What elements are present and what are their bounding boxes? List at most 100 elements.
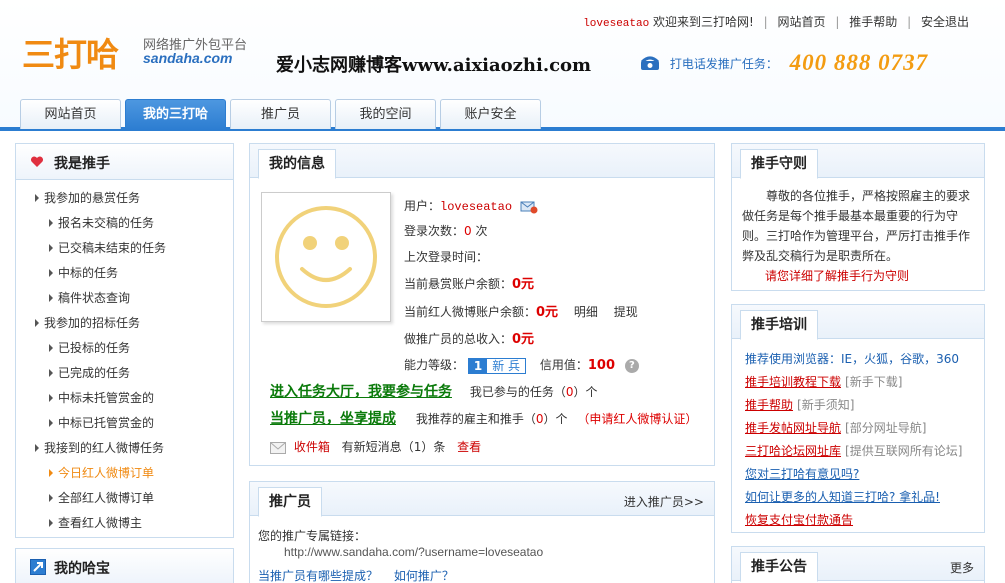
top-link-logout[interactable]: 安全退出	[921, 15, 969, 29]
sidebar-item[interactable]: 中标的任务	[16, 261, 233, 286]
arrow-box-icon	[30, 559, 46, 575]
top-links: loveseatao 欢迎来到三打哈网! | 网站首页 | 推手帮助 | 安全退…	[583, 13, 969, 30]
logo-url: sandaha.com	[143, 50, 233, 66]
tab-promoter[interactable]: 推广员	[230, 99, 331, 129]
sidebar-item[interactable]: 全部红人微博订单	[16, 486, 233, 511]
last-login-label: 上次登录时间：	[404, 250, 489, 264]
detail-link[interactable]: 明细	[574, 305, 598, 319]
triangle-right-icon	[49, 219, 53, 227]
promo-link-url[interactable]: http://www.sandaha.com/?username=lovesea…	[284, 545, 543, 559]
panel-title-notice: 推手公告	[740, 552, 818, 582]
sidebar-item-label: 查看红人微博主	[58, 516, 143, 530]
tab-account-security[interactable]: 账户安全	[440, 99, 541, 129]
level-name: 新 兵	[492, 358, 521, 373]
avatar[interactable]	[261, 192, 391, 322]
top-link-home[interactable]: 网站首页	[778, 15, 826, 29]
rules-panel: 推手守则 尊敬的各位推手，严格按照雇主的要求做任务是每个推手最基本最重要的行为守…	[731, 143, 985, 291]
sidebar-item[interactable]: 我参加的悬赏任务	[16, 186, 233, 211]
promo-commission-link[interactable]: 当推广员有哪些提成？	[258, 569, 378, 583]
training-item: 推手帮助 [新手须知]	[745, 394, 984, 417]
triangle-right-icon	[49, 419, 53, 427]
panel-title-rules: 推手守则	[740, 149, 818, 179]
inbox-link[interactable]: 收件箱	[294, 440, 330, 454]
training-item: 三打哈论坛网址库 [提供互联网所有论坛]	[745, 440, 984, 463]
user-value[interactable]: loveseatao	[440, 200, 512, 214]
top-divider: |	[763, 15, 768, 29]
login-count-unit: 次	[475, 224, 488, 238]
mail-icon[interactable]	[520, 200, 538, 214]
panel-header: 推手守则	[732, 144, 984, 179]
my-tasks-prefix: 我已参与的任务（	[469, 385, 566, 399]
panel-title-my-info: 我的信息	[258, 149, 336, 179]
promo-link-label: 您的推广专属链接：	[258, 529, 367, 543]
sidebar-item[interactable]: 我参加的招标任务	[16, 311, 233, 336]
sidebar-item[interactable]: 已投标的任务	[16, 336, 233, 361]
level-badge: 1 新 兵	[467, 357, 527, 374]
top-username[interactable]: loveseatao	[583, 18, 649, 30]
promoter-panel: 推广员 进入推广员>> 您的推广专属链接： http://www.sandaha…	[249, 481, 715, 583]
sidebar-item[interactable]: 稿件状态查询	[16, 286, 233, 311]
reward-balance-label: 当前悬赏账户余额：	[404, 277, 513, 291]
sidebar-item-label: 已完成的任务	[58, 366, 131, 380]
tab-my-sandaha[interactable]: 我的三打哈	[125, 99, 226, 130]
sidebar-item[interactable]: 我接到的红人微博任务	[16, 436, 233, 461]
rules-link[interactable]: 请您详细了解推手行为守则	[732, 266, 984, 286]
site-logo[interactable]: 三打哈	[22, 28, 119, 76]
sidebar-item[interactable]: 已交稿未结束的任务	[16, 236, 233, 261]
sidebar-menu: 我参加的悬赏任务报名未交稿的任务 已交稿未结束的任务中标的任务稿件状态查询 我参加的…	[16, 180, 233, 536]
sidebar-item-label: 稿件状态查询	[58, 291, 131, 305]
triangle-right-icon	[49, 469, 53, 477]
sidebar-item[interactable]: 报名未交稿的任务	[16, 211, 233, 236]
training-link[interactable]: 推手培训教程下载	[745, 375, 841, 389]
welcome-text: 欢迎来到三打哈网!	[653, 15, 754, 29]
tab-home[interactable]: 网站首页	[20, 99, 121, 129]
sidebar-item-label: 中标的任务	[58, 266, 119, 280]
sidebar-item-label: 全部红人微博订单	[58, 491, 155, 505]
training-link[interactable]: 推手帮助	[745, 398, 793, 412]
sidebar-item[interactable]: 查看红人微博主	[16, 511, 233, 536]
enter-promoter-link[interactable]: 进入推广员>>	[624, 493, 704, 510]
sidebar-title-habao: 我的哈宝	[54, 561, 110, 577]
sidebar-item[interactable]: 今日红人微博订单	[16, 461, 233, 486]
be-promoter-link[interactable]: 当推广员，坐享提成	[270, 411, 396, 427]
view-msg-link[interactable]: 查看	[457, 440, 481, 454]
training-link[interactable]: 如何让更多的人知道三打哈? 拿礼品!	[745, 490, 940, 504]
triangle-right-icon	[49, 269, 53, 277]
notice-more-link[interactable]: 更多	[950, 559, 974, 576]
triangle-right-icon	[49, 394, 53, 402]
reward-balance-value: 0元	[512, 277, 535, 292]
apply-weibo-link[interactable]: （申请红人微博认证）	[577, 412, 697, 426]
recommended-suffix: ）个	[543, 412, 568, 426]
task-hall-row: 进入任务大厅，我要参与任务 我已参与的任务（0）个	[270, 381, 598, 401]
rules-text: 尊敬的各位推手，严格按照雇主的要求做任务是每个推手最基本最重要的行为守则。三打哈…	[742, 189, 971, 263]
sidebar-header: 我的哈宝	[16, 549, 233, 583]
promo-questions: 当推广员有哪些提成？ 如何推广？	[258, 567, 454, 583]
training-link[interactable]: 您对三打哈有意见吗?	[745, 467, 859, 481]
login-count-row: 登录次数：0 次	[404, 222, 488, 239]
sidebar-item[interactable]: 中标已托管赏金的	[16, 411, 233, 436]
withdraw-link[interactable]: 提现	[614, 305, 638, 319]
training-link[interactable]: 三打哈论坛网址库	[745, 444, 841, 458]
top-link-help[interactable]: 推手帮助	[849, 15, 897, 29]
how-to-promote-link[interactable]: 如何推广？	[394, 569, 454, 583]
training-link[interactable]: 恢复支付宝付款通告	[745, 513, 853, 527]
sidebar-item[interactable]: 中标未托管赏金的	[16, 386, 233, 411]
sidebar-pusher: 我是推手 我参加的悬赏任务 报名未交稿的任务 已交稿未结束的任务 中标的任务 稿件状态查…	[15, 143, 234, 538]
panel-title-training: 推手培训	[740, 310, 818, 340]
triangle-right-icon	[49, 519, 53, 527]
user-row: 用户：loveseatao	[404, 197, 538, 214]
enter-task-hall-link[interactable]: 进入任务大厅，我要参与任务	[270, 384, 452, 400]
tab-my-space[interactable]: 我的空间	[335, 99, 436, 129]
sidebar-item-label: 我参加的悬赏任务	[44, 191, 141, 205]
notice-panel: 推手公告 更多	[731, 546, 985, 583]
training-item: 推手培训教程下载 [新手下载]	[745, 371, 984, 394]
training-item: 您对三打哈有意见吗?	[745, 463, 984, 486]
sidebar-item-label: 我参加的招标任务	[44, 316, 141, 330]
training-link[interactable]: 推手发帖网址导航	[745, 421, 841, 435]
weibo-balance-row: 当前红人微博账户余额：0元 明细 提现	[404, 301, 638, 320]
sidebar-item-label: 我接到的红人微博任务	[44, 441, 165, 455]
triangle-right-icon	[35, 444, 39, 452]
credit-value: 100	[587, 358, 616, 373]
sidebar-item[interactable]: 已完成的任务	[16, 361, 233, 386]
help-icon[interactable]: ?	[624, 358, 639, 373]
